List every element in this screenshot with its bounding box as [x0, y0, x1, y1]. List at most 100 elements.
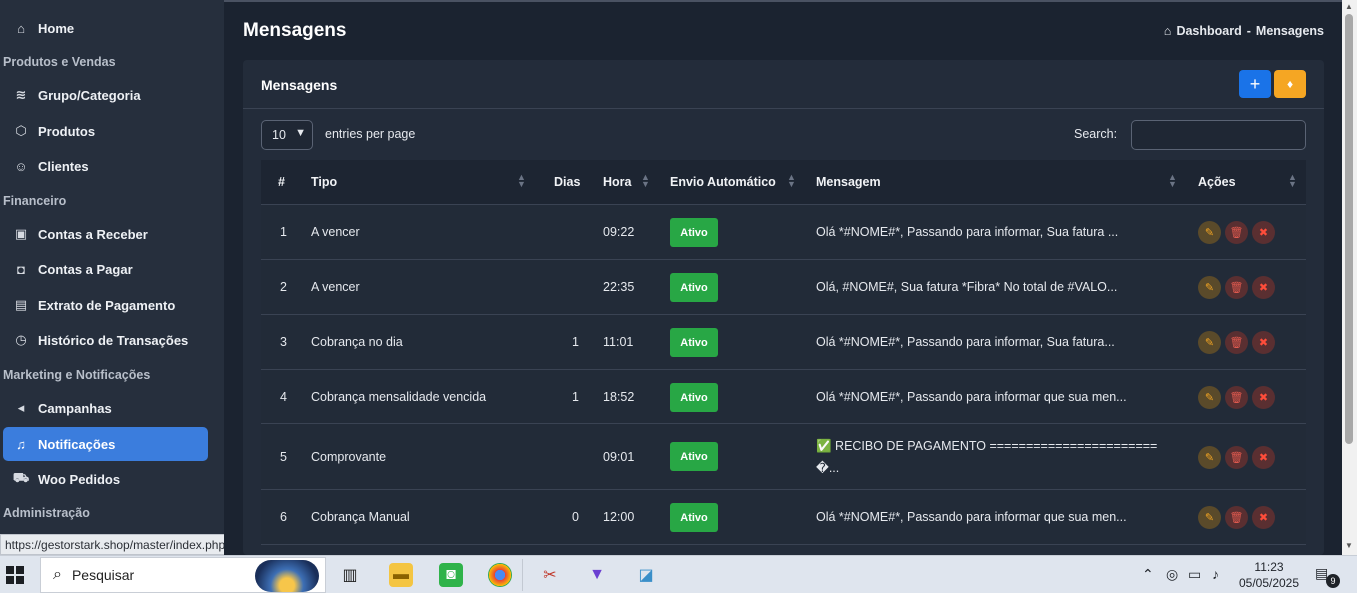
sidebar-item-campanhas[interactable]: ◂ Campanhas — [3, 391, 208, 425]
col-mensagem[interactable]: Mensagem — [816, 175, 881, 189]
sidebar-item-label: Notificações — [38, 436, 116, 452]
search-input[interactable] — [1131, 120, 1306, 150]
sidebar-item-contas-pagar[interactable]: ◘ Contas a Pagar — [3, 252, 208, 286]
row-tipo: Comprovante — [311, 450, 387, 464]
disable-button[interactable]: ✖ — [1252, 221, 1275, 244]
delete-button[interactable]: 🗑 — [1225, 331, 1248, 354]
sidebar-item-label: Home — [38, 20, 75, 36]
row-mensagem-line2: �... — [816, 461, 840, 475]
sidebar-section-produtos: Produtos e Vendas — [3, 55, 116, 69]
file-explorer-icon[interactable]: ▬ — [389, 563, 413, 587]
delete-button[interactable]: 🗑 — [1225, 221, 1248, 244]
sort-icon[interactable]: ▲ ▼ — [787, 173, 796, 189]
chrome-icon[interactable] — [488, 563, 512, 587]
sidebar-item-label: Campanhas — [38, 400, 112, 416]
delete-button[interactable]: 🗑 — [1225, 386, 1248, 409]
scroll-up-icon[interactable]: ▲ — [1345, 2, 1353, 11]
col-hora[interactable]: Hora — [603, 175, 631, 189]
sidebar-item-notificacoes[interactable]: ♫ Notificações — [3, 427, 208, 461]
tip-button[interactable]: ♦ — [1274, 70, 1306, 98]
sidebar-item-woo-pedidos[interactable]: ⛟ Woo Pedidos — [3, 462, 208, 496]
top-border — [224, 0, 1342, 2]
edit-button[interactable]: ✎ — [1198, 331, 1221, 354]
row-mensagem: Olá *#NOME#*, Passando para informar que… — [816, 510, 1127, 524]
pencil-icon: ✎ — [1204, 452, 1215, 464]
col-envio[interactable]: Envio Automático — [670, 175, 776, 189]
meet-icon[interactable]: ◎ — [1166, 566, 1178, 583]
edit-button[interactable]: ✎ — [1198, 386, 1221, 409]
sidebar-item-grupo[interactable]: ≋ Grupo/Categoria — [3, 78, 208, 112]
edit-button[interactable]: ✎ — [1198, 276, 1221, 299]
row-mensagem: Olá *#NOME#*, Passando para informar, Su… — [816, 225, 1119, 239]
page-scrollbar[interactable]: ▲ ▼ — [1342, 0, 1357, 555]
edit-button[interactable]: ✎ — [1198, 506, 1221, 529]
breadcrumb-dashboard[interactable]: Dashboard — [1176, 24, 1241, 38]
sidebar-item-historico[interactable]: ◷ Histórico de Transações — [3, 323, 208, 357]
delete-button[interactable]: 🗑 — [1225, 446, 1248, 469]
search-highlight-image[interactable] — [255, 560, 319, 592]
disable-button[interactable]: ✖ — [1252, 331, 1275, 354]
status-badge: Ativo — [670, 442, 718, 471]
row-tipo: A vencer — [311, 280, 360, 294]
snipping-tool-icon[interactable]: ✂ — [538, 563, 562, 587]
breadcrumb-current: Mensagens — [1255, 24, 1324, 38]
row-mensagem: Olá *#NOME#*, Passando para informar que… — [816, 390, 1127, 404]
edit-button[interactable]: ✎ — [1198, 446, 1221, 469]
app-notes-icon[interactable]: ◪ — [634, 563, 658, 587]
row-tipo: Cobrança no dia — [311, 335, 403, 349]
disable-button[interactable]: ✖ — [1252, 446, 1275, 469]
layers-icon: ≋ — [15, 87, 27, 102]
scroll-down-icon[interactable]: ▼ — [1345, 541, 1353, 550]
status-badge: Ativo — [670, 218, 718, 247]
col-num[interactable]: # — [278, 175, 285, 189]
col-acoes[interactable]: Ações — [1198, 175, 1236, 189]
trash-icon: 🗑 — [1229, 282, 1244, 294]
sidebar-item-home[interactable]: ⌂ Home — [3, 11, 208, 45]
app-green-icon[interactable]: ◙ — [439, 563, 463, 587]
sidebar-item-clientes[interactable]: ☺ Clientes — [3, 149, 208, 183]
volume-icon[interactable]: ♪ — [1212, 566, 1219, 582]
sort-icon[interactable]: ▲ ▼ — [517, 173, 526, 189]
home-icon: ⌂ — [17, 20, 25, 36]
sidebar-item-extrato[interactable]: ▤ Extrato de Pagamento — [3, 288, 208, 322]
row-hora: 12:00 — [603, 510, 635, 524]
status-badge: Ativo — [670, 273, 718, 302]
pencil-icon: ✎ — [1204, 512, 1215, 524]
disable-button[interactable]: ✖ — [1252, 276, 1275, 299]
col-tipo[interactable]: Tipo — [311, 175, 337, 189]
page-length-select[interactable]: 10 ▼ — [261, 120, 313, 150]
sort-icon[interactable]: ▲ ▼ — [1168, 173, 1177, 189]
chevron-up-icon[interactable]: ⌃ — [1142, 566, 1154, 583]
sort-icon[interactable]: ▲ ▼ — [641, 173, 650, 189]
trash-icon: 🗑 — [1229, 512, 1244, 524]
row-hora: 09:22 — [603, 225, 635, 239]
task-view-icon[interactable]: ▥ — [338, 563, 362, 587]
sidebar-item-contas-receber[interactable]: ▣ Contas a Receber — [3, 217, 208, 251]
row-dias: 1 — [572, 390, 579, 404]
add-message-button[interactable]: + — [1239, 70, 1271, 98]
col-dias[interactable]: Dias — [554, 175, 580, 189]
row-hora: 09:01 — [603, 450, 635, 464]
taskbar-search[interactable]: ⌕ Pesquisar — [40, 557, 326, 593]
close-icon: ✖ — [1258, 227, 1269, 239]
disable-button[interactable]: ✖ — [1252, 386, 1275, 409]
breadcrumb-separator: - — [1246, 24, 1251, 38]
battery-icon[interactable]: ▭ — [1188, 566, 1201, 583]
windows-start-icon[interactable] — [6, 566, 24, 584]
delete-button[interactable]: 🗑 — [1225, 276, 1248, 299]
sidebar-item-label: Grupo/Categoria — [38, 87, 141, 103]
status-badge: Ativo — [670, 503, 718, 532]
app-triangle-icon[interactable]: ▼ — [585, 563, 609, 587]
edit-button[interactable]: ✎ — [1198, 221, 1221, 244]
sidebar-item-label: Extrato de Pagamento — [38, 297, 176, 313]
sort-icon[interactable]: ▲ ▼ — [1288, 173, 1297, 189]
delete-button[interactable]: 🗑 — [1225, 506, 1248, 529]
taskbar-clock[interactable]: 11:23 05/05/2025 — [1236, 559, 1302, 591]
plus-icon: + — [1249, 73, 1261, 94]
sidebar-item-produtos[interactable]: ⬡ Produtos — [3, 114, 208, 148]
scroll-thumb[interactable] — [1345, 14, 1353, 444]
notification-icon[interactable]: ▤ 9 — [1315, 565, 1340, 588]
status-url: https://gestorstark.shop/master/index.ph… — [0, 534, 227, 555]
disable-button[interactable]: ✖ — [1252, 506, 1275, 529]
row-tipo: Cobrança Manual — [311, 510, 410, 524]
